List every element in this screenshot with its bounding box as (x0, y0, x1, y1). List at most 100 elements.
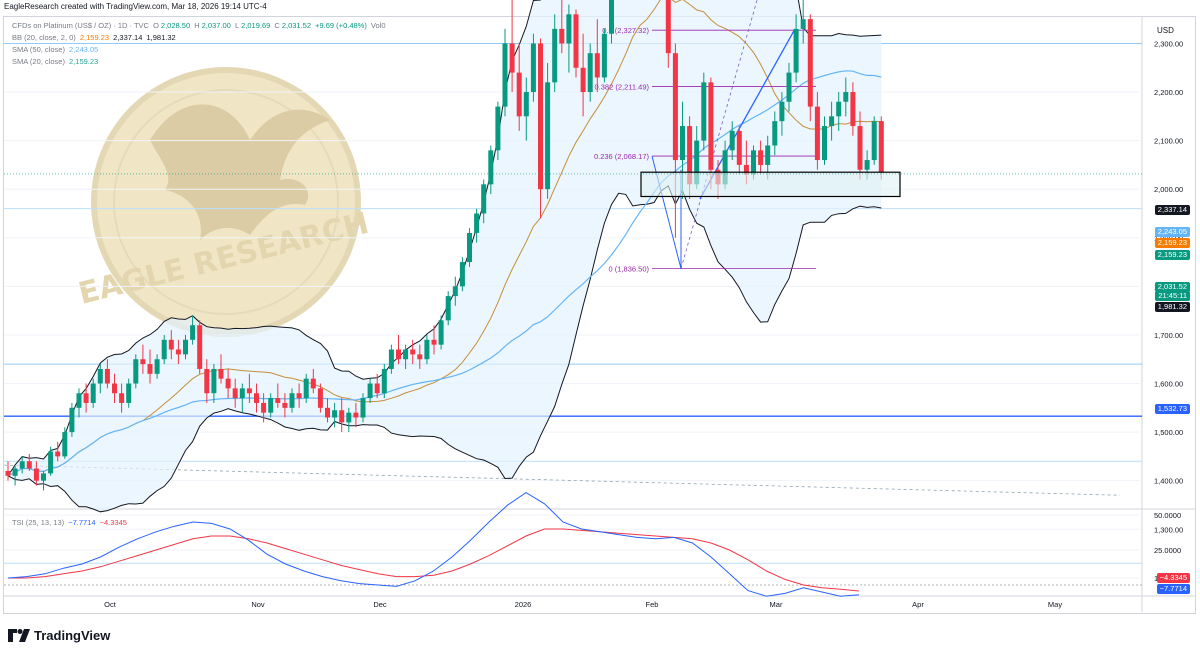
candle-body (303, 378, 309, 399)
fib-level-label: 0 (1,836.50) (609, 265, 650, 274)
candle-body (538, 43, 543, 190)
ohlc-c-label: C (274, 21, 280, 30)
volume-value: Vol0 (370, 21, 386, 30)
candle-body (41, 473, 46, 481)
candle-body (225, 378, 231, 389)
price-tick-label: 1,400.00 (1154, 477, 1183, 486)
candle-body (829, 116, 835, 127)
candle-body (438, 320, 444, 345)
tsi-name[interactable]: TSI (25, 13, 13) (12, 518, 64, 527)
candle-body (452, 286, 458, 297)
sma50-value: 2,243.05 (69, 45, 99, 54)
candle-body (289, 393, 295, 408)
candle-body (786, 72, 792, 102)
price-tick-label: 2,000.00 (1154, 185, 1183, 194)
tradingview-logo[interactable]: TradingView (8, 627, 110, 643)
sma50-legend[interactable]: SMA (50, close) 2,243.05 (12, 45, 100, 54)
tsi-main-line (7, 492, 860, 597)
price-tick-label: 1,700.00 (1154, 331, 1183, 340)
candle-body (807, 19, 813, 107)
candle-body (346, 412, 352, 423)
candle-body (445, 296, 451, 321)
ohlc-h-label: H (194, 21, 200, 30)
tsi-tick-label: 50.0000 (1154, 511, 1181, 520)
price-tick-label: 2,300.00 (1154, 39, 1183, 48)
candle-body (55, 451, 61, 457)
price-tick-label: 1,600.00 (1154, 380, 1183, 389)
price-label-sma50: 2,243.05 (1154, 227, 1190, 237)
candle-body (154, 359, 160, 374)
candle-body (502, 43, 508, 107)
bb-legend[interactable]: BB (20, close, 2, 0) 2,159.23 2,337.14 1… (12, 33, 178, 42)
symbol-label[interactable]: CFDs on Platinum (US$ / OZ) · 1D · TVC (12, 21, 149, 30)
candle-body (161, 339, 167, 360)
candle-body (33, 468, 39, 481)
tsi-legend[interactable]: TSI (25, 13, 13) −7.7714 −4.3345 (12, 518, 129, 527)
candle-body (296, 393, 302, 399)
candle-body (822, 126, 827, 161)
candle-body (197, 325, 203, 369)
candle-body (523, 92, 529, 117)
time-tick-label: Apr (912, 600, 924, 609)
candle-body (601, 33, 607, 78)
ohlc-o: 2,028.50 (160, 21, 191, 30)
candle-body (211, 368, 217, 394)
candle-body (310, 378, 316, 389)
candle-body (566, 14, 572, 44)
candle-body (751, 150, 756, 175)
bb-lower-value: 1,981.32 (146, 33, 176, 42)
candle-body (793, 28, 799, 73)
ohlc-o-label: O (153, 21, 159, 30)
tsi-label-2: −4.3345 (1156, 573, 1190, 583)
candle-body (183, 339, 188, 355)
candle-body (708, 82, 714, 170)
candle-body (587, 53, 593, 93)
candle-body (360, 398, 366, 418)
candle-body (261, 402, 267, 413)
price-label-bb-basis: 2,159.23 (1154, 238, 1190, 248)
candle-body (459, 262, 465, 287)
chart-canvas[interactable]: EAGLE RESEARCH3,000.002,900.002,800.002,… (0, 0, 1200, 654)
price-label-hline: 1,532.73 (1154, 404, 1190, 414)
tsi-label-1: −7.7714 (1156, 584, 1190, 594)
candle-body (481, 184, 487, 214)
candle-body (190, 325, 196, 340)
candle-body (126, 383, 132, 403)
candle-body (275, 398, 281, 403)
candle-body (573, 14, 579, 68)
candle-body (90, 383, 96, 403)
candle-body (403, 349, 409, 360)
candle-body (836, 101, 842, 117)
candle-body (609, 0, 614, 34)
time-tick-label: Feb (646, 600, 659, 609)
candle-body (374, 383, 380, 394)
candle-body (871, 121, 877, 161)
candle-body (509, 43, 515, 73)
candle-body (843, 92, 849, 102)
candle-body (772, 121, 778, 146)
price-tick-label: 2,100.00 (1154, 137, 1183, 146)
candle-body (672, 53, 678, 161)
candle-body (254, 393, 259, 403)
sma20-name[interactable]: SMA (20, close) (12, 57, 65, 66)
sma20-legend[interactable]: SMA (20, close) 2,159.23 (12, 57, 100, 66)
candle-body (367, 383, 373, 399)
candle-body (69, 407, 75, 433)
candle-body (814, 106, 820, 161)
candle-body (474, 213, 480, 233)
candle-body (410, 349, 416, 355)
candle-body (580, 67, 586, 93)
price-label-sma20: 2,159.23 (1154, 250, 1190, 260)
bb-name[interactable]: BB (20, close, 2, 0) (12, 33, 76, 42)
candle-body (332, 410, 338, 418)
candle-body (594, 53, 600, 78)
main-legend[interactable]: CFDs on Platinum (US$ / OZ) · 1D · TVC O… (12, 21, 388, 30)
sma50-name[interactable]: SMA (50, close) (12, 45, 65, 54)
candle-body (12, 468, 18, 476)
candle-body (765, 145, 771, 165)
price-label-bb-lower: 1,981.32 (1154, 302, 1190, 312)
sma20-value: 2,159.23 (69, 57, 99, 66)
candle-body (325, 407, 330, 418)
candle-body (147, 364, 153, 374)
candle-body (736, 130, 742, 165)
